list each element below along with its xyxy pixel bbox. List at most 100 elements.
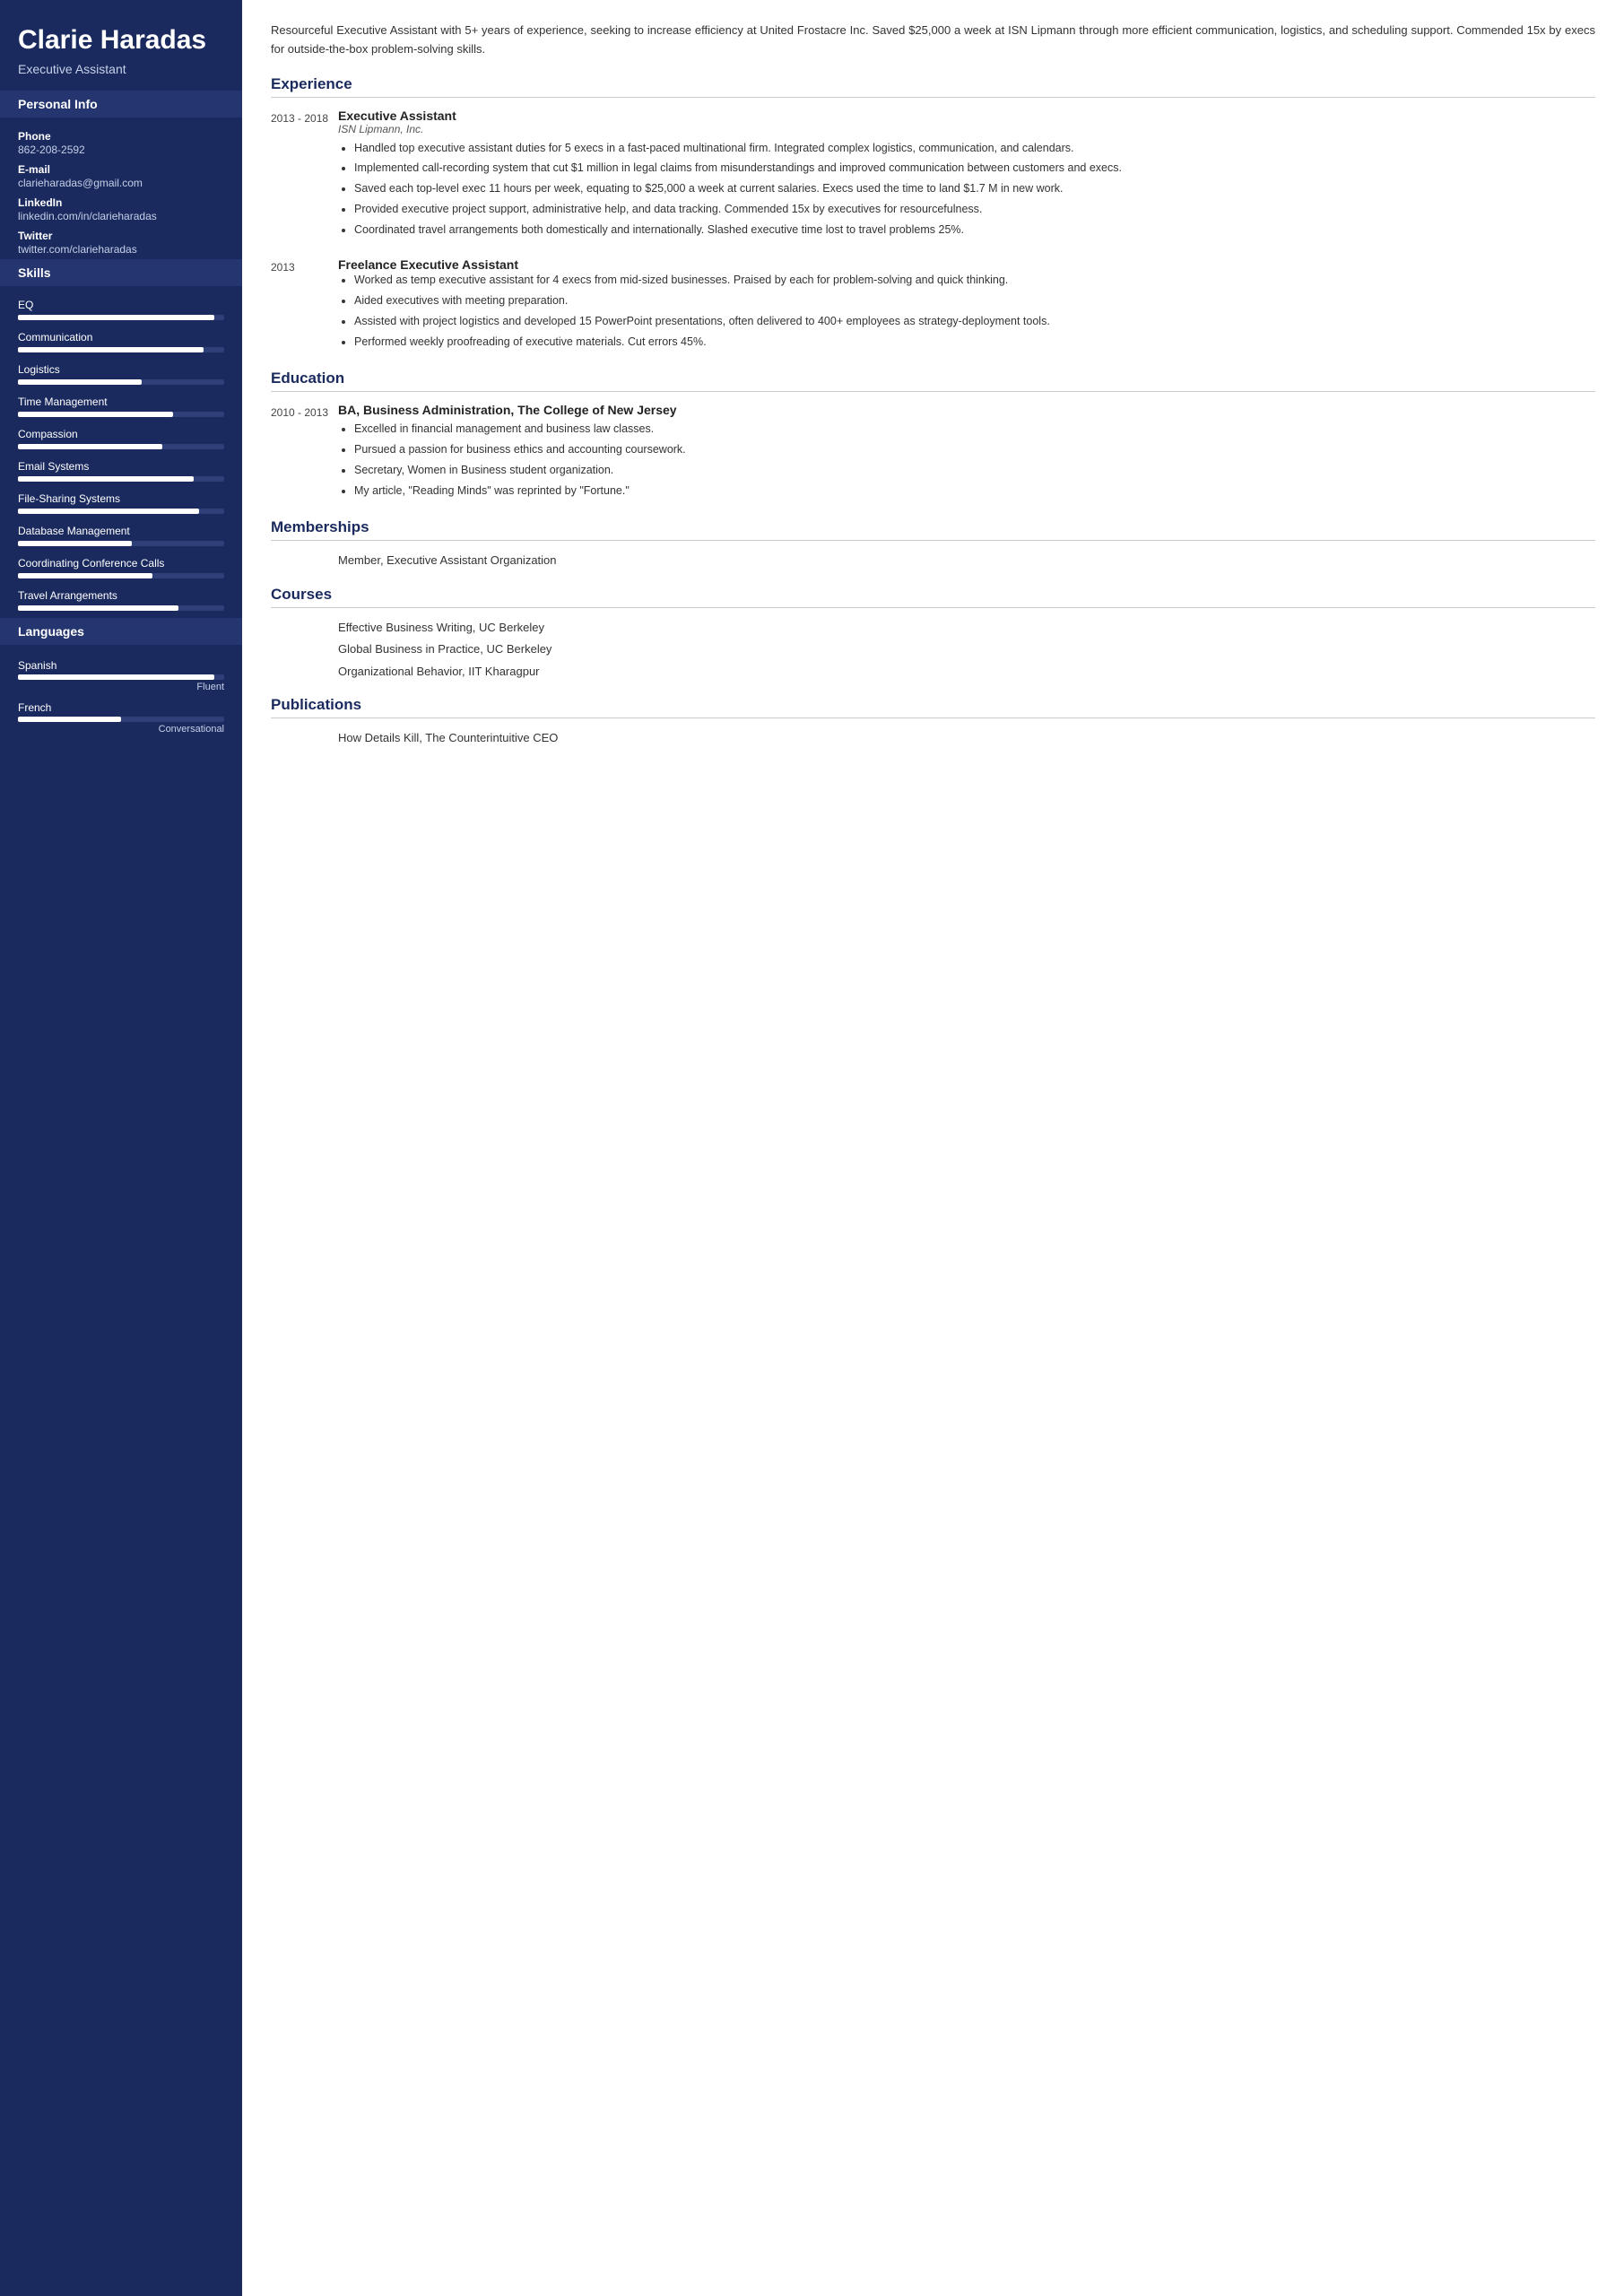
courses-heading: Courses	[271, 586, 1595, 608]
experience-dates: 2013 - 2018	[271, 109, 338, 242]
skill-item: Email Systems	[0, 457, 242, 489]
languages-list: Spanish Fluent French Conversational	[0, 654, 242, 738]
skill-bar-bg	[18, 541, 224, 546]
education-bullet: My article, "Reading Minds" was reprinte…	[354, 483, 1595, 500]
skill-bar-fill	[18, 541, 132, 546]
personal-info-section: Personal Info Phone 862-208-2592 E-mail …	[0, 91, 242, 259]
candidate-title: Executive Assistant	[18, 62, 224, 76]
language-item: Spanish Fluent	[0, 654, 242, 696]
education-bullet: Pursued a passion for business ethics an…	[354, 441, 1595, 458]
memberships-heading: Memberships	[271, 518, 1595, 541]
sidebar: Clarie Haradas Executive Assistant Perso…	[0, 0, 242, 2296]
experience-bullet: Aided executives with meeting preparatio…	[354, 292, 1595, 309]
skill-bar-fill	[18, 476, 194, 482]
skill-bar-bg	[18, 315, 224, 320]
languages-section: Languages Spanish Fluent French Conversa…	[0, 618, 242, 738]
skill-bar-fill	[18, 444, 162, 449]
skill-bar-bg	[18, 379, 224, 385]
linkedin-label: LinkedIn	[18, 196, 224, 209]
language-bar-bg	[18, 674, 224, 680]
skill-item: Travel Arrangements	[0, 586, 242, 618]
skill-name: Coordinating Conference Calls	[18, 557, 224, 570]
publications-list: How Details Kill, The Counterintuitive C…	[271, 729, 1595, 747]
linkedin-value: linkedin.com/in/clarieharadas	[18, 210, 224, 222]
skill-name: Database Management	[18, 525, 224, 537]
language-bar-bg	[18, 717, 224, 722]
skills-list: EQ Communication Logistics Time Manageme…	[0, 295, 242, 618]
skill-item: File-Sharing Systems	[0, 489, 242, 521]
skill-bar-bg	[18, 476, 224, 482]
education-entry: 2010 - 2013 BA, Business Administration,…	[271, 403, 1595, 502]
skill-name: Travel Arrangements	[18, 589, 224, 602]
language-bar-wrap	[18, 717, 224, 722]
experience-entry: 2013 - 2018 Executive Assistant ISN Lipm…	[271, 109, 1595, 242]
skill-bar-bg	[18, 444, 224, 449]
skill-item: Compassion	[0, 424, 242, 457]
skill-item: Time Management	[0, 392, 242, 424]
skill-name: Time Management	[18, 396, 224, 408]
education-bullet: Secretary, Women in Business student org…	[354, 462, 1595, 479]
skill-bar-bg	[18, 573, 224, 578]
experience-bullet: Handled top executive assistant duties f…	[354, 140, 1595, 157]
skill-item: Communication	[0, 327, 242, 360]
education-list: 2010 - 2013 BA, Business Administration,…	[271, 403, 1595, 502]
experience-company: ISN Lipmann, Inc.	[338, 123, 1595, 135]
skill-bar-fill	[18, 573, 152, 578]
candidate-name: Clarie Haradas	[18, 25, 224, 57]
experience-content: Freelance Executive Assistant Worked as …	[338, 257, 1595, 353]
skill-name: EQ	[18, 299, 224, 311]
experience-bullet: Implemented call-recording system that c…	[354, 160, 1595, 177]
course-item: Effective Business Writing, UC Berkeley	[338, 619, 1595, 637]
experience-bullet: Worked as temp executive assistant for 4…	[354, 272, 1595, 289]
summary-text: Resourceful Executive Assistant with 5+ …	[271, 22, 1595, 59]
language-name: Spanish	[18, 659, 224, 672]
twitter-label: Twitter	[18, 230, 224, 242]
experience-content: Executive Assistant ISN Lipmann, Inc. Ha…	[338, 109, 1595, 242]
phone-label: Phone	[18, 130, 224, 143]
experience-title: Freelance Executive Assistant	[338, 257, 1595, 272]
skill-bar-fill	[18, 412, 173, 417]
experience-bullet: Coordinated travel arrangements both dom…	[354, 222, 1595, 239]
experience-bullet: Assisted with project logistics and deve…	[354, 313, 1595, 330]
main-content: Resourceful Executive Assistant with 5+ …	[242, 0, 1624, 2296]
skill-name: Compassion	[18, 428, 224, 440]
skill-item: EQ	[0, 295, 242, 327]
skill-item: Coordinating Conference Calls	[0, 553, 242, 586]
skill-name: Email Systems	[18, 460, 224, 473]
languages-heading: Languages	[0, 618, 242, 645]
experience-bullets: Worked as temp executive assistant for 4…	[338, 272, 1595, 350]
course-item: Global Business in Practice, UC Berkeley	[338, 640, 1595, 658]
education-content: BA, Business Administration, The College…	[338, 403, 1595, 502]
language-bar-wrap	[18, 674, 224, 680]
education-degree: BA, Business Administration, The College…	[338, 403, 1595, 417]
skill-name: File-Sharing Systems	[18, 492, 224, 505]
experience-title: Executive Assistant	[338, 109, 1595, 123]
phone-value: 862-208-2592	[18, 144, 224, 156]
education-bullet: Excelled in financial management and bus…	[354, 421, 1595, 438]
education-bullets: Excelled in financial management and bus…	[338, 421, 1595, 499]
experience-dates: 2013	[271, 257, 338, 353]
experience-entry: 2013 Freelance Executive Assistant Worke…	[271, 257, 1595, 353]
skill-bar-fill	[18, 347, 204, 352]
experience-heading: Experience	[271, 75, 1595, 98]
email-field: E-mail clarieharadas@gmail.com	[0, 160, 242, 193]
skill-bar-fill	[18, 509, 199, 514]
skill-bar-fill	[18, 605, 178, 611]
language-level: Conversational	[18, 724, 224, 735]
linkedin-field: LinkedIn linkedin.com/in/clarieharadas	[0, 193, 242, 226]
experience-bullets: Handled top executive assistant duties f…	[338, 140, 1595, 239]
language-name: French	[18, 701, 224, 714]
memberships-list: Member, Executive Assistant Organization	[271, 552, 1595, 570]
skill-bar-fill	[18, 315, 214, 320]
email-label: E-mail	[18, 163, 224, 176]
skill-bar-bg	[18, 412, 224, 417]
language-bar-fill	[18, 674, 214, 680]
skills-heading: Skills	[0, 259, 242, 286]
skill-bar-bg	[18, 509, 224, 514]
twitter-value: twitter.com/clarieharadas	[18, 243, 224, 256]
experience-bullet: Performed weekly proofreading of executi…	[354, 334, 1595, 351]
experience-list: 2013 - 2018 Executive Assistant ISN Lipm…	[271, 109, 1595, 354]
sidebar-header: Clarie Haradas Executive Assistant	[0, 0, 242, 91]
experience-bullet: Provided executive project support, admi…	[354, 201, 1595, 218]
skill-item: Database Management	[0, 521, 242, 553]
